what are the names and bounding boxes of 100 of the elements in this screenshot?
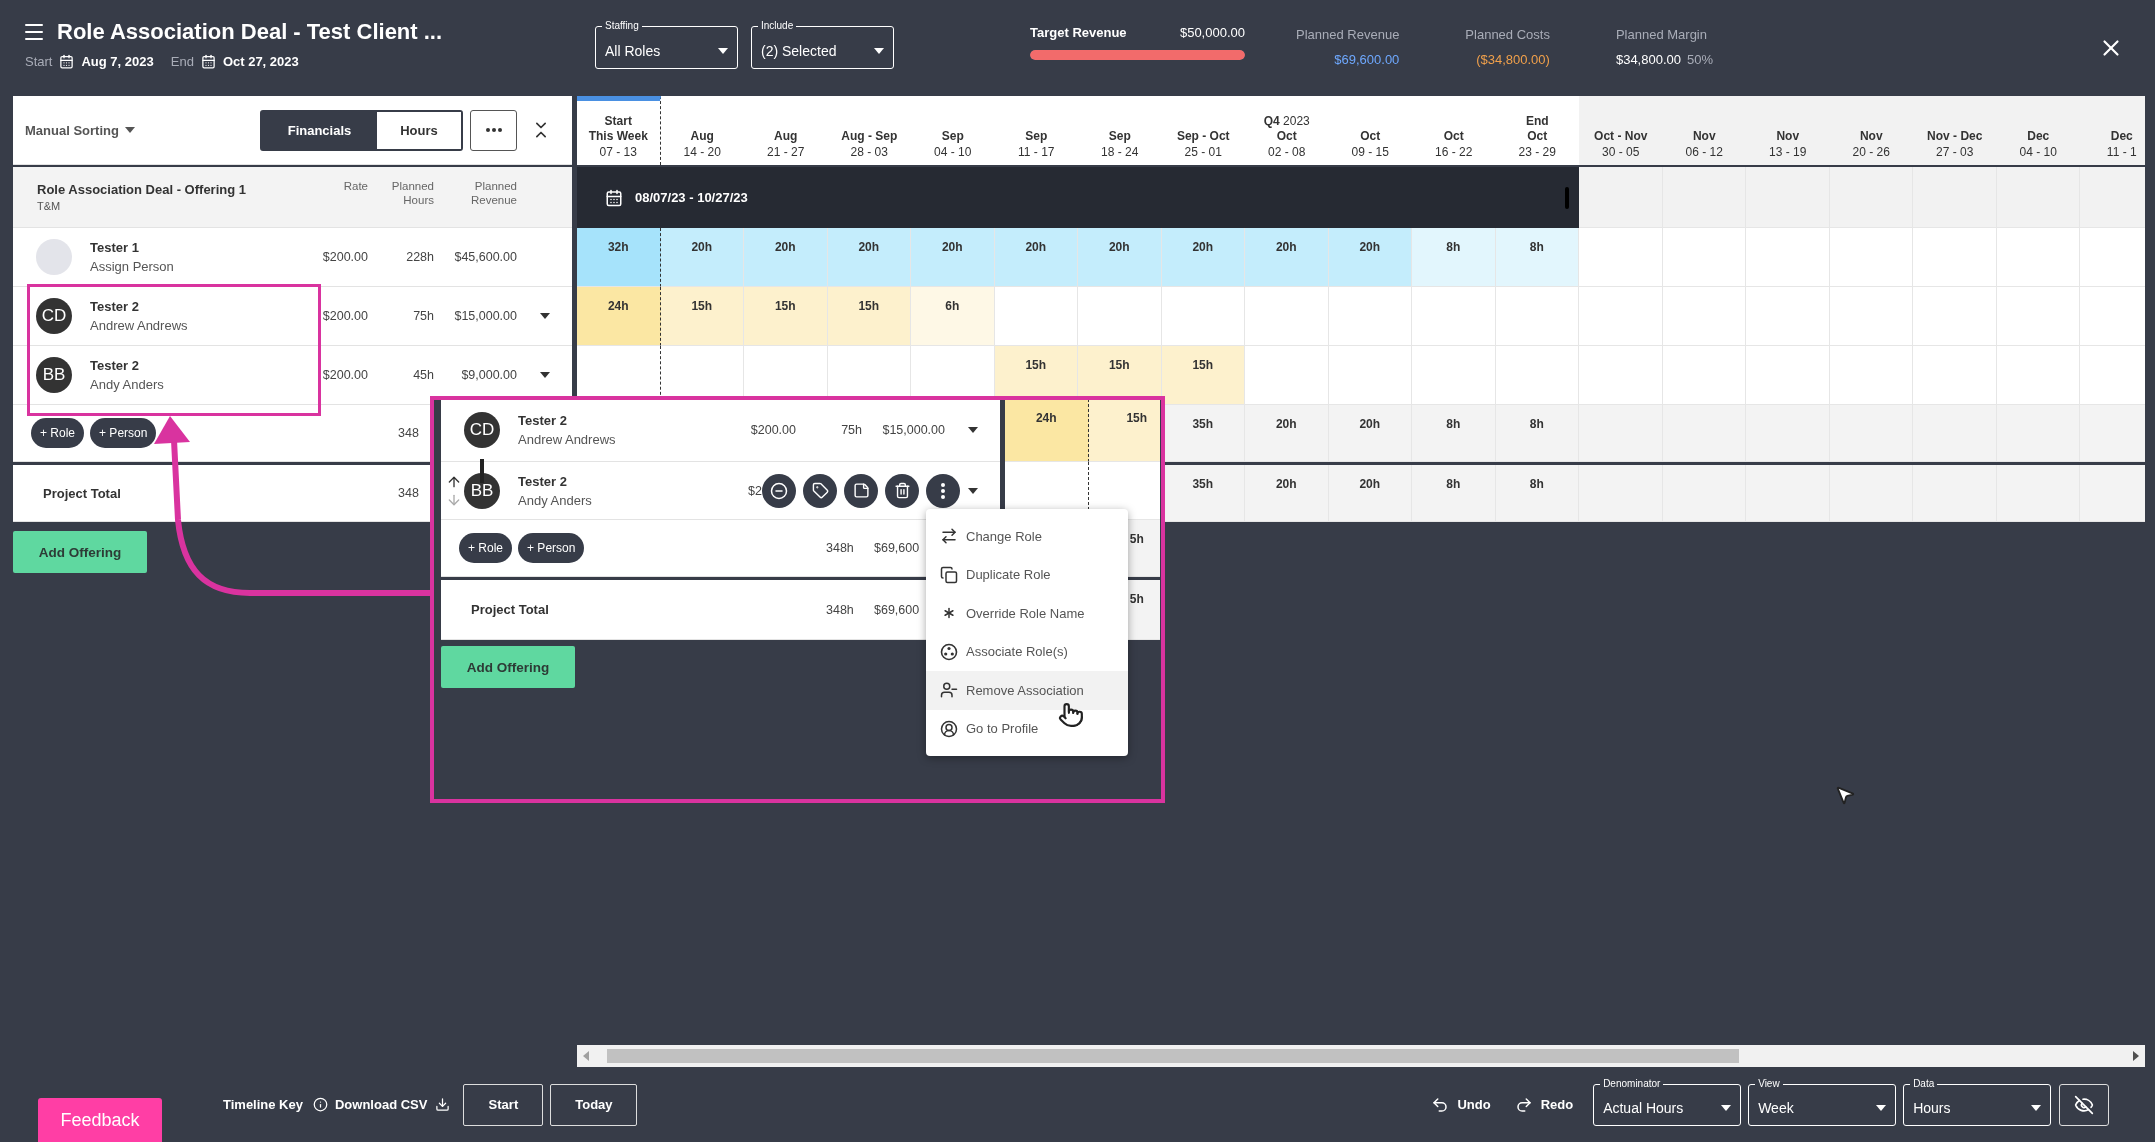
note-icon: [852, 482, 870, 499]
timeline-cell: [2080, 167, 2145, 228]
field-label: Staffing: [602, 20, 642, 32]
filter-select[interactable]: Include (2) Selected: [751, 20, 894, 69]
caret-icon: [718, 47, 728, 54]
view-select[interactable]: Data Hours: [1903, 1077, 2052, 1126]
copy-icon: [940, 565, 958, 584]
download-csv-link[interactable]: Download CSV: [334, 1097, 451, 1112]
nav-button[interactable]: Today: [550, 1083, 638, 1126]
person-name: Andrew Andrews: [518, 432, 617, 447]
field-value: Actual Hours: [1603, 1099, 1684, 1116]
start-date[interactable]: Aug 7, 2023: [81, 54, 154, 69]
column-header: Rate: [342, 179, 368, 193]
timeline-cell: [2080, 465, 2145, 522]
add-button[interactable]: + Role: [31, 418, 85, 448]
timeline-cell: 8h: [1495, 228, 1579, 287]
timeline-cell: 20h: [1245, 405, 1329, 462]
calendar-icon: [605, 188, 623, 207]
timeline-cell: 20h: [1161, 228, 1245, 287]
role-name: Tester 1: [90, 240, 140, 255]
caret-icon: [124, 127, 135, 133]
circle-dots-icon: [940, 642, 958, 661]
menu-item[interactable]: Change Role: [926, 517, 1128, 556]
week-header: Sep 04 - 10: [911, 96, 995, 165]
undo-button[interactable]: Undo: [1431, 1095, 1491, 1114]
info-icon[interactable]: [312, 1097, 328, 1112]
timeline-cell: 20h: [1078, 228, 1162, 287]
sorting-dropdown[interactable]: Manual Sorting: [13, 96, 260, 164]
person-name: Andy Anders: [518, 492, 593, 508]
view-tab[interactable]: Financials: [262, 111, 377, 149]
metric-label: Planned Revenue: [1296, 27, 1400, 42]
timeline-cell: 20h: [660, 228, 744, 287]
user-circle-icon: [940, 719, 958, 738]
field-label: Data: [1910, 1077, 1938, 1090]
caret-icon: [967, 427, 978, 433]
caret-icon: [1876, 1104, 1887, 1111]
hand-cursor-icon: [1058, 702, 1084, 728]
remove-button[interactable]: [762, 473, 796, 508]
week-header: Nov - Dec 27 - 03: [1913, 96, 1997, 165]
timeline-cell: 24h: [1005, 400, 1089, 462]
menu-item[interactable]: Go to Profile: [926, 709, 1128, 748]
more-button[interactable]: [926, 473, 960, 508]
timeline-cell: 20h: [1245, 465, 1329, 522]
timeline-cell: 20h: [1245, 228, 1329, 287]
column-header: Planned Revenue: [469, 179, 517, 207]
swap-arrows-icon: [940, 527, 958, 546]
view-select[interactable]: Denominator Actual Hours: [1593, 1077, 1742, 1126]
person-name: Assign Person: [90, 259, 175, 274]
timeline-cell: [2080, 228, 2145, 287]
redo-button[interactable]: Redo: [1514, 1095, 1574, 1114]
role-name: Tester 2: [90, 299, 140, 314]
resize-handle[interactable]: [1565, 187, 1569, 209]
end-date[interactable]: Oct 27, 2023: [222, 54, 299, 69]
date-range-bar[interactable]: 08/07/23 - 10/27/23: [577, 167, 1579, 228]
timeline-cell: 8h: [1412, 228, 1496, 287]
week-header: Oct 16 - 22: [1412, 96, 1496, 165]
total-revenue: $69,600: [873, 541, 921, 555]
total-hours: 348: [397, 426, 420, 440]
timeline-cell: 8h: [1412, 405, 1496, 462]
planned-hours: 75h: [840, 423, 862, 437]
add-offering-button[interactable]: Add Offering: [13, 531, 147, 573]
target-revenue-value: $50,000.00: [1179, 25, 1245, 40]
timeline-cell: 32h: [577, 228, 661, 287]
week-header: Sep 18 - 24: [1078, 96, 1162, 165]
timeline-cell: [2080, 405, 2145, 462]
add-button[interactable]: + Person: [518, 533, 585, 563]
tag-button[interactable]: [803, 473, 837, 508]
caret-icon: [874, 47, 884, 54]
menu-item[interactable]: Remove Association: [926, 671, 1128, 710]
add-offering-button[interactable]: Add Offering: [441, 646, 575, 688]
role-name: Tester 2: [518, 413, 568, 428]
nav-button[interactable]: Start: [463, 1083, 544, 1126]
rate: $200.00: [321, 368, 368, 382]
column-header: Planned Hours: [390, 179, 434, 207]
menu-item[interactable]: Associate Role(s): [926, 632, 1128, 671]
caret-icon: [1721, 1104, 1732, 1111]
planned-revenue: $9,000.00: [460, 368, 517, 382]
add-button[interactable]: + Role: [459, 533, 513, 563]
hide-button[interactable]: [2059, 1083, 2110, 1126]
filter-select[interactable]: Staffing All Roles: [595, 20, 738, 69]
menu-item[interactable]: Override Role Name: [926, 594, 1128, 633]
add-button[interactable]: + Person: [90, 418, 157, 448]
calendar-icon[interactable]: [59, 54, 75, 69]
horizontal-scrollbar[interactable]: [577, 1045, 2145, 1067]
planned-hours: 228h: [405, 250, 434, 264]
timeline-cell: 20h: [744, 228, 828, 287]
view-select[interactable]: View Week: [1748, 1077, 1897, 1126]
timeline-cell: 20h: [827, 228, 911, 287]
menu-item[interactable]: Duplicate Role: [926, 555, 1128, 594]
caret-icon: [539, 313, 550, 319]
calendar-icon[interactable]: [200, 54, 216, 69]
metric-value: ($34,800.00): [1476, 52, 1550, 67]
eye-off-icon: [2074, 1094, 2095, 1115]
person-name: Andy Anders: [90, 377, 165, 392]
more-button[interactable]: [470, 109, 517, 151]
note-button[interactable]: [844, 473, 878, 508]
timeline-cell: 8h: [1495, 405, 1579, 462]
delete-button[interactable]: [885, 473, 919, 508]
timeline-cell: 8h: [1495, 465, 1579, 522]
field-value: All Roles: [605, 42, 661, 59]
